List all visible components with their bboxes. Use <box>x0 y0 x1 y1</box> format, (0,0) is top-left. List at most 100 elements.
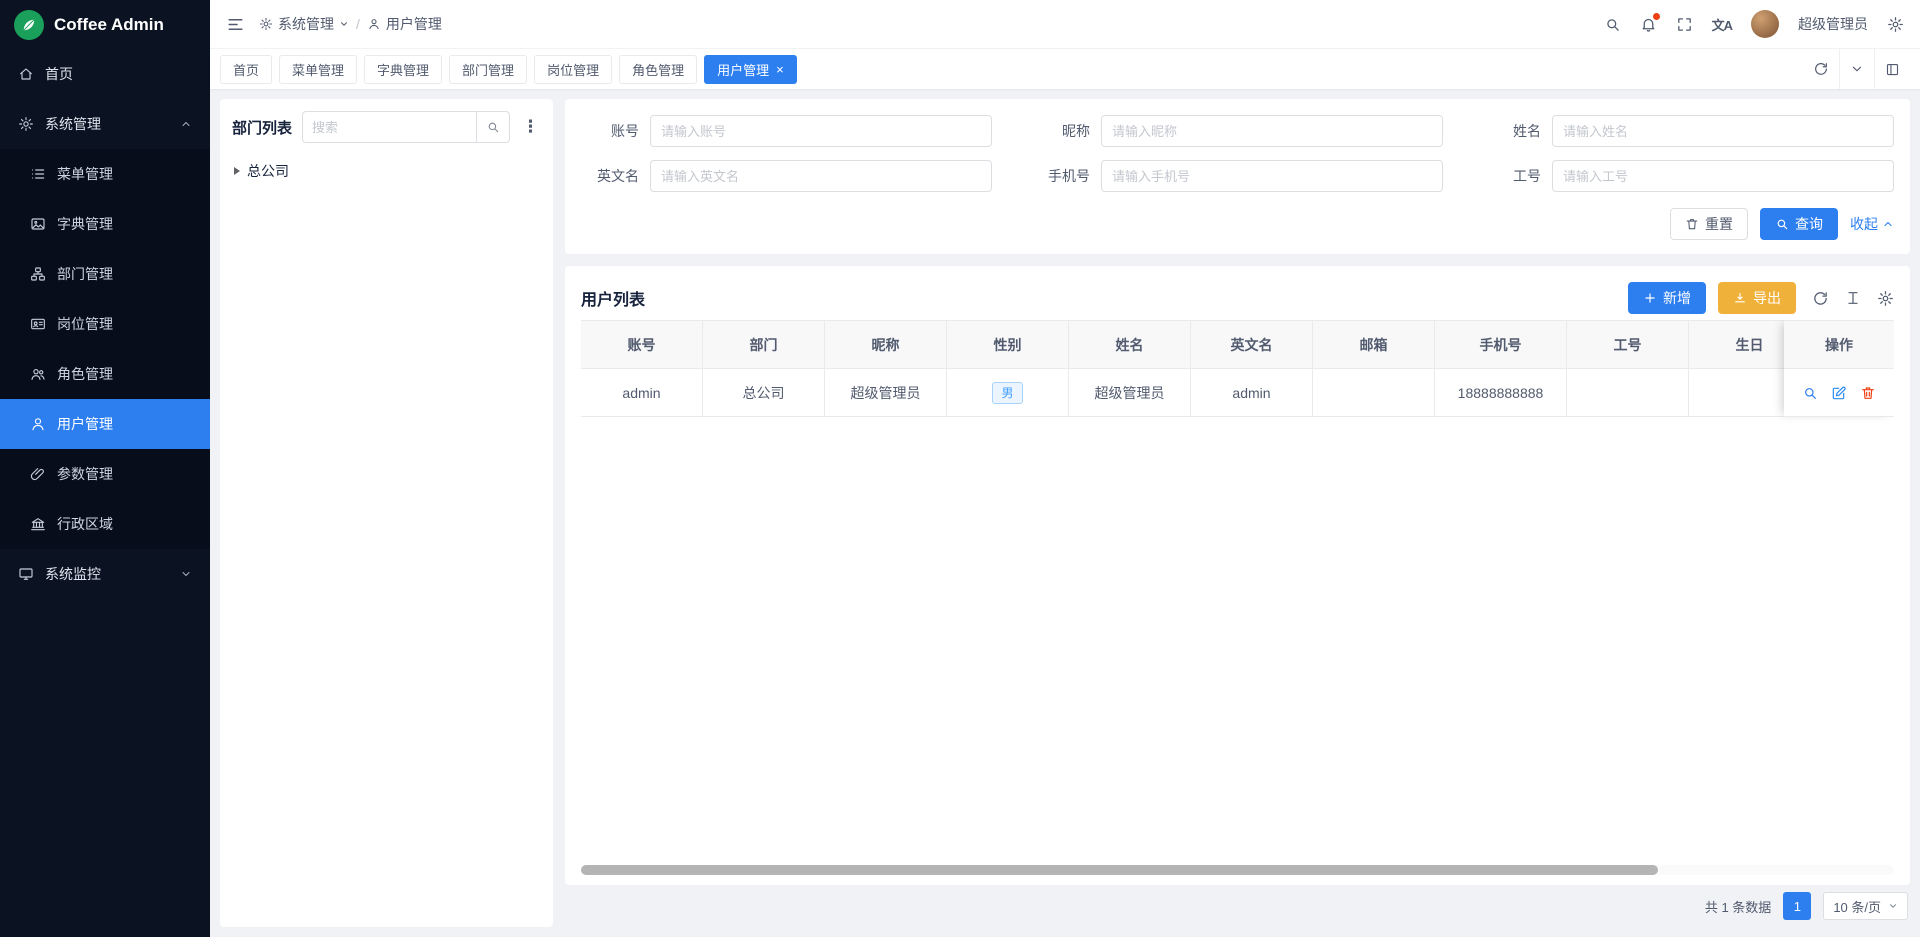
th-name: 姓名 <box>1069 321 1191 369</box>
gender-tag: 男 <box>992 382 1022 404</box>
cell-nickname: 超级管理员 <box>825 369 947 417</box>
gear-icon <box>18 116 34 132</box>
sidebar-item-label: 角色管理 <box>57 364 113 384</box>
plus-icon <box>1643 291 1657 305</box>
notification-badge <box>1653 13 1660 20</box>
th-job-number: 工号 <box>1567 321 1689 369</box>
reset-button[interactable]: 重置 <box>1670 208 1748 240</box>
sidebar-collapse-icon[interactable] <box>226 15 245 34</box>
operations-column: 操作 <box>1784 320 1894 417</box>
form-item-nickname: 昵称 <box>1032 115 1443 147</box>
table-scroll-area: 账号 部门 昵称 性别 姓名 英文名 邮箱 手机号 工号 生日 <box>581 320 1894 417</box>
tab-dept-mgmt[interactable]: 部门管理 <box>449 55 527 84</box>
add-user-button[interactable]: 新增 <box>1628 282 1706 314</box>
department-tree: 总公司 <box>232 157 541 185</box>
more-menu-icon[interactable]: ⋮ <box>520 117 541 137</box>
breadcrumb-section[interactable]: 系统管理 <box>259 14 349 34</box>
settings-gear-icon[interactable] <box>1887 16 1904 33</box>
tab-dict-mgmt[interactable]: 字典管理 <box>364 55 442 84</box>
main-area: 系统管理 / 用户管理 文A 超级管理员 <box>210 0 1920 937</box>
job-number-field[interactable] <box>1552 160 1894 192</box>
delete-icon[interactable] <box>1860 385 1876 401</box>
dictionary-icon <box>30 216 46 232</box>
tab-post-mgmt[interactable]: 岗位管理 <box>534 55 612 84</box>
sidebar: Coffee Admin 首页 系统管理 菜单管理 字典管理 <box>0 0 210 937</box>
avatar[interactable] <box>1751 10 1779 38</box>
breadcrumb-page: 用户管理 <box>367 14 442 34</box>
tab-user-mgmt[interactable]: 用户管理 × <box>704 55 797 84</box>
row-height-icon[interactable] <box>1845 290 1861 306</box>
page-size-select[interactable]: 10 条/页 <box>1823 892 1908 920</box>
collapse-link-label: 收起 <box>1850 214 1878 234</box>
chevron-down-icon <box>1888 901 1898 911</box>
sidebar-item-label: 系统管理 <box>45 114 101 134</box>
view-detail-icon[interactable] <box>1802 385 1818 401</box>
notification-bell-icon[interactable] <box>1640 16 1657 33</box>
name-field[interactable] <box>1552 115 1894 147</box>
horizontal-scrollbar <box>581 865 1894 875</box>
job-number-label: 工号 <box>1483 166 1541 186</box>
query-button[interactable]: 查询 <box>1760 208 1838 240</box>
sidebar-item-menu-mgmt[interactable]: 菜单管理 <box>0 149 210 199</box>
sidebar-item-monitor[interactable]: 系统监控 <box>0 549 210 599</box>
topbar: 系统管理 / 用户管理 文A 超级管理员 <box>210 0 1920 49</box>
tab-label: 首页 <box>233 60 259 79</box>
chevron-down-icon[interactable] <box>1840 49 1874 89</box>
tab-home[interactable]: 首页 <box>220 55 272 84</box>
th-email: 邮箱 <box>1313 321 1435 369</box>
sidebar-item-post-mgmt[interactable]: 岗位管理 <box>0 299 210 349</box>
sidebar-item-role-mgmt[interactable]: 角色管理 <box>0 349 210 399</box>
sidebar-menu: 首页 系统管理 菜单管理 字典管理 部门管理 <box>0 49 210 937</box>
app-logo: Coffee Admin <box>0 0 210 49</box>
sidebar-item-home[interactable]: 首页 <box>0 49 210 99</box>
sidebar-item-label: 系统监控 <box>45 564 101 584</box>
scrollbar-thumb[interactable] <box>581 865 1658 875</box>
tab-menu-mgmt[interactable]: 菜单管理 <box>279 55 357 84</box>
phone-field[interactable] <box>1101 160 1443 192</box>
username[interactable]: 超级管理员 <box>1798 14 1868 34</box>
refresh-icon[interactable] <box>1812 290 1829 307</box>
chevron-down-icon <box>339 19 349 29</box>
tab-label: 部门管理 <box>462 60 514 79</box>
search-icon <box>1775 217 1789 231</box>
chevron-up-icon <box>180 118 192 130</box>
search-icon[interactable] <box>1604 16 1621 33</box>
fullscreen-icon[interactable] <box>1676 16 1693 33</box>
english-name-field[interactable] <box>650 160 992 192</box>
cell-phone: 18888888888 <box>1435 369 1567 417</box>
user-list-card: 用户列表 新增 导出 <box>565 266 1910 885</box>
layout-setting-icon[interactable] <box>1875 49 1910 89</box>
cell-name: 超级管理员 <box>1069 369 1191 417</box>
phone-label: 手机号 <box>1032 166 1090 186</box>
nickname-label: 昵称 <box>1032 121 1090 141</box>
sidebar-item-dict-mgmt[interactable]: 字典管理 <box>0 199 210 249</box>
account-field[interactable] <box>650 115 992 147</box>
tree-node-company[interactable]: 总公司 <box>232 157 541 185</box>
cell-job-number <box>1567 369 1689 417</box>
form-item-account: 账号 <box>581 115 992 147</box>
column-setting-gear-icon[interactable] <box>1877 290 1894 307</box>
sidebar-item-user-mgmt[interactable]: 用户管理 <box>0 399 210 449</box>
refresh-icon[interactable] <box>1803 49 1839 89</box>
pagination: 共 1 条数据 1 10 条/页 <box>565 885 1910 927</box>
sidebar-item-param-mgmt[interactable]: 参数管理 <box>0 449 210 499</box>
translate-icon[interactable]: 文A <box>1712 15 1732 34</box>
account-label: 账号 <box>581 121 639 141</box>
nickname-field[interactable] <box>1101 115 1443 147</box>
search-form-actions: 重置 查询 收起 <box>581 208 1894 240</box>
department-panel-header: 部门列表 ⋮ <box>232 111 541 143</box>
tab-role-mgmt[interactable]: 角色管理 <box>619 55 697 84</box>
page-number-button[interactable]: 1 <box>1783 892 1811 920</box>
user-list-title: 用户列表 <box>581 286 645 310</box>
edit-icon[interactable] <box>1831 385 1847 401</box>
sidebar-item-system[interactable]: 系统管理 <box>0 99 210 149</box>
export-button[interactable]: 导出 <box>1718 282 1796 314</box>
caret-right-icon[interactable] <box>234 167 240 175</box>
collapse-link[interactable]: 收起 <box>1850 214 1894 234</box>
close-icon[interactable]: × <box>776 63 784 76</box>
department-search-input[interactable] <box>302 111 476 143</box>
sidebar-item-dept-mgmt[interactable]: 部门管理 <box>0 249 210 299</box>
search-icon[interactable] <box>476 111 510 143</box>
sidebar-item-region-mgmt[interactable]: 行政区域 <box>0 499 210 549</box>
bank-icon <box>30 516 46 532</box>
